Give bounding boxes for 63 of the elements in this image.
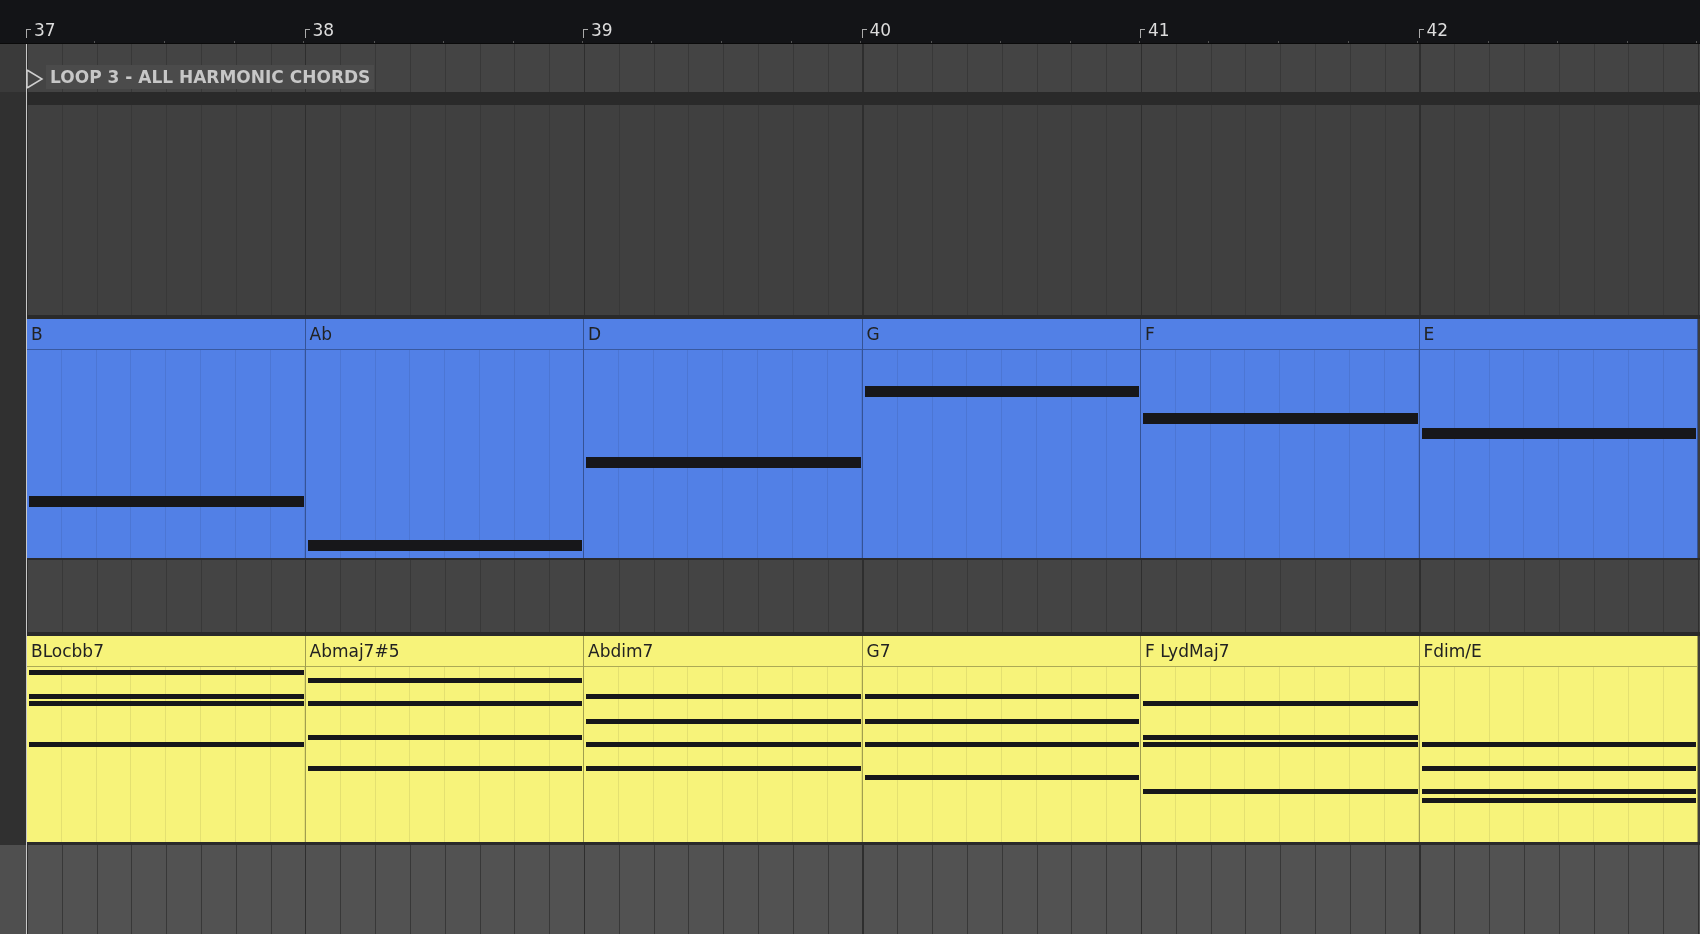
- midi-note[interactable]: [1143, 788, 1418, 794]
- clip-name: E: [1419, 319, 1697, 350]
- clip-name: G: [862, 319, 1140, 350]
- midi-note[interactable]: [864, 718, 1139, 724]
- empty-track-lane[interactable]: [27, 558, 1700, 636]
- midi-note[interactable]: [307, 677, 582, 683]
- locator-flag-icon[interactable]: [26, 69, 44, 89]
- midi-note[interactable]: [307, 701, 582, 707]
- midi-note[interactable]: [586, 741, 861, 747]
- midi-note[interactable]: [586, 694, 861, 700]
- clip-name: F LydMaj7: [1141, 636, 1419, 667]
- bar-tick: [861, 29, 867, 38]
- midi-note[interactable]: [864, 774, 1139, 780]
- clip-name: Ab: [305, 319, 583, 350]
- empty-track-lane[interactable]: [27, 105, 1700, 319]
- bar-number: 39: [591, 22, 613, 39]
- bar-number: 40: [869, 22, 892, 39]
- midi-note[interactable]: [1421, 788, 1696, 794]
- midi-note[interactable]: [1421, 741, 1696, 747]
- midi-clip[interactable]: BLocbb7: [27, 636, 306, 842]
- midi-clip[interactable]: Abdim7: [584, 636, 863, 842]
- midi-clip[interactable]: Ab: [305, 319, 584, 558]
- midi-note[interactable]: [1143, 741, 1418, 747]
- midi-note[interactable]: [1421, 797, 1696, 803]
- midi-clip[interactable]: G: [862, 319, 1141, 558]
- midi-clip[interactable]: Abmaj7#5: [305, 636, 584, 842]
- midi-clip[interactable]: E: [1419, 319, 1698, 558]
- midi-note[interactable]: [29, 694, 304, 700]
- clip-name: D: [584, 319, 862, 350]
- locator-lane[interactable]: LOOP 3 - ALL HARMONIC CHORDS: [27, 44, 1700, 92]
- clip-name: BLocbb7: [27, 636, 305, 667]
- midi-clip[interactable]: G7: [862, 636, 1141, 842]
- midi-note[interactable]: [586, 718, 861, 724]
- clip-name: Fdim/E: [1419, 636, 1697, 667]
- midi-note[interactable]: [1143, 734, 1418, 740]
- clip-name: G7: [862, 636, 1140, 667]
- bar-tick: [1140, 29, 1145, 38]
- midi-note[interactable]: [307, 734, 582, 740]
- midi-note[interactable]: [864, 694, 1139, 700]
- bar-tick: [304, 29, 310, 38]
- bar-number: 41: [1148, 22, 1170, 39]
- bar-tick: [583, 29, 588, 38]
- bar-number: 42: [1426, 22, 1449, 39]
- clip-name: Abmaj7#5: [305, 636, 583, 667]
- bar-tick: [26, 29, 31, 38]
- midi-note[interactable]: [864, 741, 1139, 747]
- midi-note[interactable]: [1143, 701, 1418, 707]
- bar-number: 37: [34, 22, 56, 39]
- midi-note[interactable]: [29, 741, 304, 747]
- locator-label[interactable]: LOOP 3 - ALL HARMONIC CHORDS: [46, 65, 375, 89]
- timeline-ruler[interactable]: 37 38 39 40 41 42: [0, 0, 1700, 44]
- midi-note[interactable]: [29, 701, 304, 707]
- midi-clip[interactable]: B: [27, 319, 306, 558]
- midi-clip[interactable]: D: [584, 319, 863, 558]
- bar-tick: [1418, 29, 1424, 38]
- clip-name: Abdim7: [584, 636, 862, 667]
- midi-note[interactable]: [29, 669, 304, 675]
- midi-clip[interactable]: F: [1141, 319, 1420, 558]
- clip-name: F: [1141, 319, 1419, 350]
- bar-number: 38: [312, 22, 335, 39]
- midi-clip[interactable]: F LydMaj7: [1141, 636, 1420, 842]
- clip-name: B: [27, 319, 305, 350]
- midi-clip[interactable]: Fdim/E: [1419, 636, 1698, 842]
